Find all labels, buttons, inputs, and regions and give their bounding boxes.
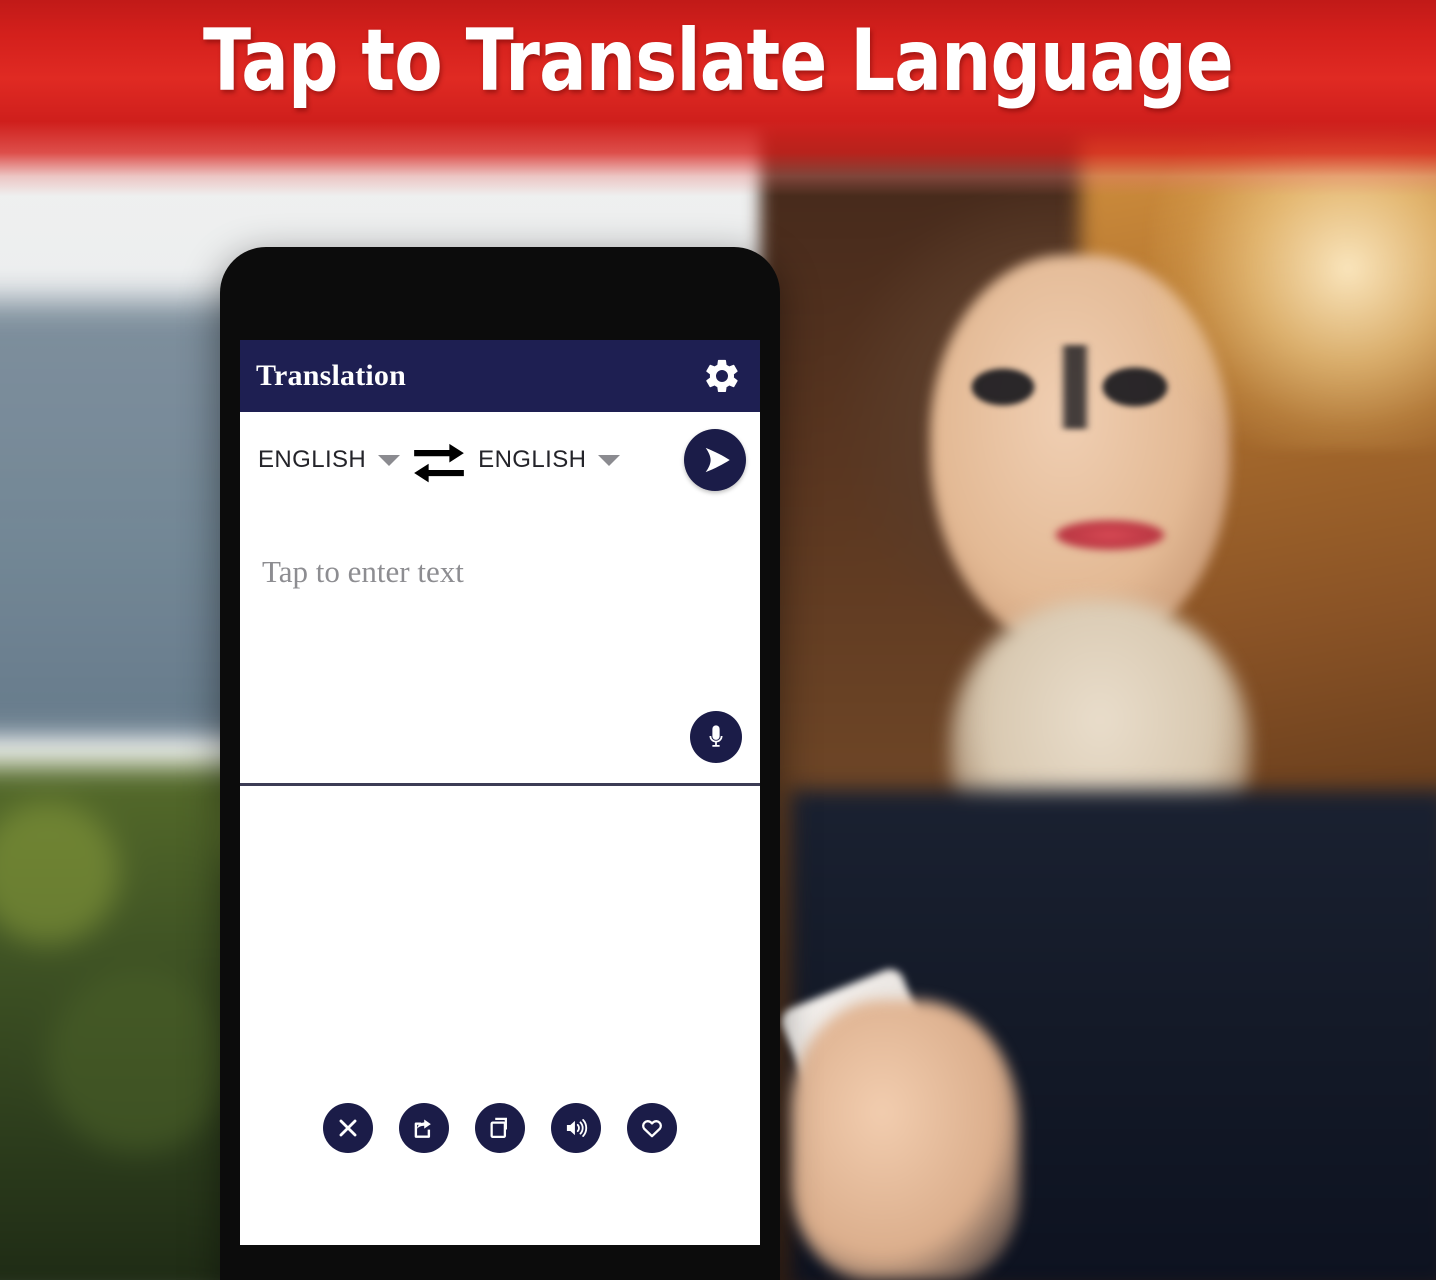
action-buttons-row <box>240 1103 760 1245</box>
source-language-label: ENGLISH <box>258 446 367 473</box>
favorite-button[interactable] <box>627 1103 677 1153</box>
clear-button[interactable] <box>323 1103 373 1153</box>
gear-icon[interactable] <box>702 356 742 396</box>
swap-arrows-icon[interactable] <box>410 433 468 487</box>
chevron-down-icon <box>378 454 401 466</box>
background-lips <box>1055 520 1165 550</box>
chevron-down-icon <box>598 454 621 466</box>
language-selection-row: ENGLISH ENGLISH <box>240 412 760 508</box>
copy-button[interactable] <box>475 1103 525 1153</box>
speaker-button[interactable] <box>551 1103 601 1153</box>
target-language-dropdown[interactable]: ENGLISH <box>478 446 621 474</box>
phone-mockup: Translation ENGLISH ENGLISH Tap to enter… <box>220 247 780 1280</box>
share-button[interactable] <box>399 1103 449 1153</box>
source-language-dropdown[interactable]: ENGLISH <box>258 446 401 474</box>
promo-banner: Tap to Translate Language <box>0 0 1436 196</box>
phone-screen: Translation ENGLISH ENGLISH Tap to enter… <box>240 340 760 1245</box>
screenshot-stage: Tap to Translate Language Translation EN… <box>0 0 1436 1280</box>
source-text-placeholder: Tap to enter text <box>262 554 464 589</box>
banner-title: Tap to Translate Language <box>203 11 1234 111</box>
send-button[interactable] <box>684 429 746 491</box>
microphone-button[interactable] <box>690 711 742 763</box>
app-bar: Translation <box>240 340 760 412</box>
translation-result-area <box>240 786 760 1245</box>
page-title: Translation <box>256 359 407 392</box>
source-text-area[interactable]: Tap to enter text <box>240 508 760 786</box>
target-language-label: ENGLISH <box>478 446 587 473</box>
background-hands <box>790 1000 1020 1280</box>
